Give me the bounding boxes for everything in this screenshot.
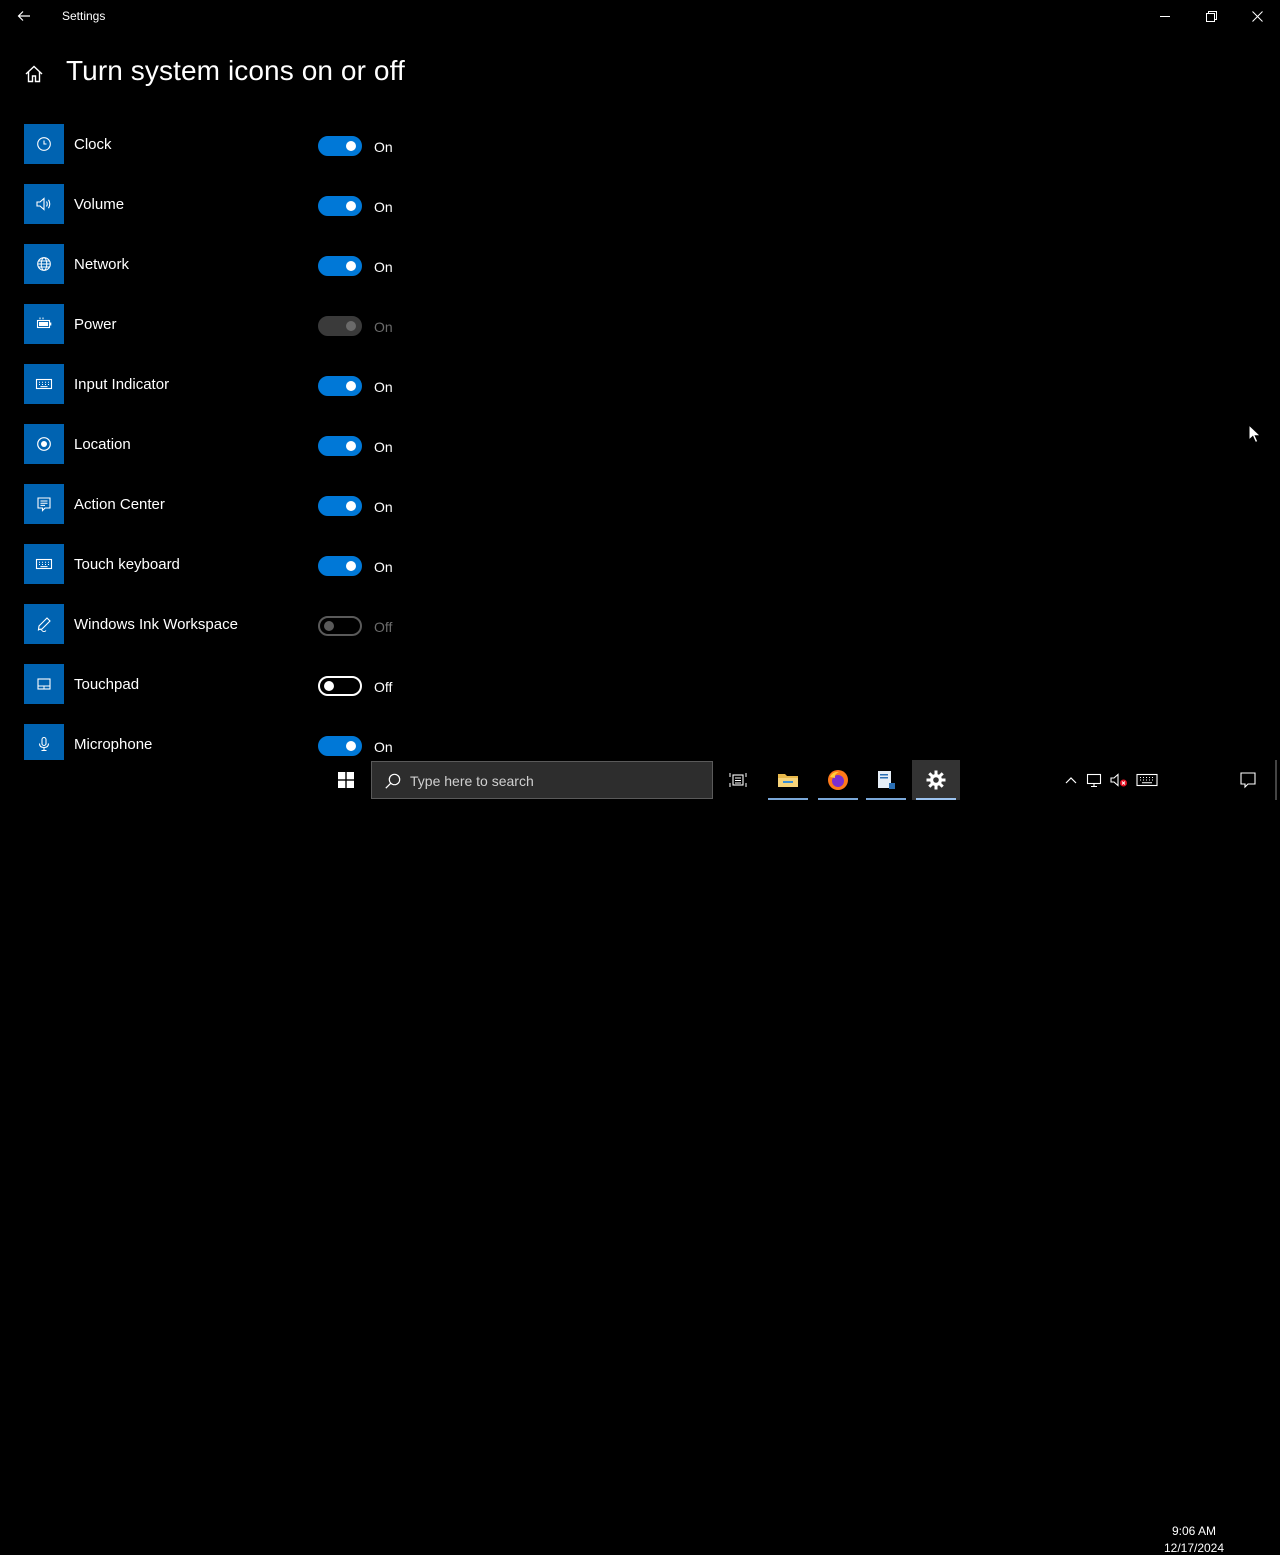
action-center-toggle[interactable] xyxy=(318,496,362,516)
close-icon xyxy=(1251,10,1263,22)
volume-tray-button[interactable] xyxy=(1108,760,1130,800)
search-icon xyxy=(385,773,401,789)
location-icon xyxy=(24,424,64,464)
back-arrow-icon xyxy=(17,11,30,21)
keyboard-icon xyxy=(24,544,64,584)
action-center-icon xyxy=(24,484,64,524)
mouse-cursor-icon xyxy=(1248,424,1262,444)
taskbar-search-box[interactable]: Type here to search xyxy=(371,761,713,799)
show-desktop-button[interactable] xyxy=(1275,760,1277,800)
power-toggle[interactable] xyxy=(318,316,362,336)
back-button[interactable] xyxy=(8,0,40,32)
setting-row-network: Network On xyxy=(24,244,444,304)
system-icons-list: Clock On Volume On Network On Power On I… xyxy=(24,124,444,784)
setting-row-windows-ink-workspace: Windows Ink Workspace Off xyxy=(24,604,444,664)
taskbar: Type here to search 9:06 AM 12/17/2024 xyxy=(0,760,1280,1555)
task-view-button[interactable] xyxy=(714,760,762,800)
home-icon xyxy=(25,65,43,83)
pen-icon xyxy=(24,604,64,644)
setting-label: Action Center xyxy=(74,496,165,513)
touchpad-icon xyxy=(24,664,64,704)
setting-row-location: Location On xyxy=(24,424,444,484)
toggle-state-text: On xyxy=(374,319,393,335)
battery-icon xyxy=(24,304,64,344)
touchpad-toggle[interactable] xyxy=(318,676,362,696)
setting-label: Windows Ink Workspace xyxy=(74,616,238,633)
toggle-state-text: On xyxy=(374,199,393,215)
setting-label: Location xyxy=(74,436,131,453)
touch-keyboard-toggle[interactable] xyxy=(318,556,362,576)
volume-toggle[interactable] xyxy=(318,196,362,216)
start-button[interactable] xyxy=(322,760,370,800)
keyboard-icon xyxy=(1136,773,1158,787)
setting-label: Clock xyxy=(74,136,112,153)
touch-keyboard-tray-button[interactable] xyxy=(1134,760,1160,800)
minimize-button[interactable] xyxy=(1142,0,1188,32)
setting-label: Touchpad xyxy=(74,676,140,693)
network-toggle[interactable] xyxy=(318,256,362,276)
toggle-state-text: On xyxy=(374,139,393,155)
volume-muted-icon xyxy=(1110,773,1127,787)
notifications-icon xyxy=(1240,772,1256,789)
toggle-state-text: On xyxy=(374,259,393,275)
restore-button[interactable] xyxy=(1188,0,1234,32)
setting-label: Power xyxy=(74,316,117,333)
windows-ink-workspace-toggle[interactable] xyxy=(318,616,362,636)
toggle-state-text: On xyxy=(374,439,393,455)
minimize-icon xyxy=(1160,16,1170,17)
task-view-icon xyxy=(729,773,747,787)
title-bar: Settings xyxy=(0,0,1280,32)
show-hidden-icons-button[interactable] xyxy=(1062,760,1080,800)
document-app-button[interactable] xyxy=(862,760,910,800)
toggle-state-text: On xyxy=(374,559,393,575)
search-placeholder: Type here to search xyxy=(410,773,534,789)
setting-row-volume: Volume On xyxy=(24,184,444,244)
windows-logo-icon xyxy=(338,772,354,788)
network-icon xyxy=(1086,773,1102,788)
microphone-toggle[interactable] xyxy=(318,736,362,756)
setting-label: Input Indicator xyxy=(74,376,170,393)
setting-row-input-indicator: Input Indicator On xyxy=(24,364,444,424)
toggle-state-text: On xyxy=(374,499,393,515)
page-title: Turn system icons on or off xyxy=(66,55,405,86)
setting-row-power: Power On xyxy=(24,304,444,364)
file-explorer-button[interactable] xyxy=(764,760,812,800)
action-center-tray-button[interactable] xyxy=(1234,760,1262,800)
file-explorer-icon xyxy=(778,774,798,787)
input-indicator-toggle[interactable] xyxy=(318,376,362,396)
setting-row-touch-keyboard: Touch keyboard On xyxy=(24,544,444,604)
clock-date: 12/17/2024 xyxy=(1163,1541,1225,1555)
close-button[interactable] xyxy=(1234,0,1280,32)
keyboard-icon xyxy=(24,364,64,404)
setting-row-touchpad: Touchpad Off xyxy=(24,664,444,724)
settings-taskbar-button[interactable] xyxy=(912,760,960,800)
setting-row-action-center: Action Center On xyxy=(24,484,444,544)
toggle-state-text: On xyxy=(374,739,393,755)
document-app-icon xyxy=(878,771,895,789)
setting-label: Touch keyboard xyxy=(74,556,180,573)
home-button[interactable] xyxy=(18,58,50,90)
setting-label: Network xyxy=(74,256,130,273)
clock-toggle[interactable] xyxy=(318,136,362,156)
clock-time: 9:06 AM xyxy=(1171,1524,1217,1538)
network-tray-button[interactable] xyxy=(1084,760,1106,800)
settings-icon xyxy=(926,770,946,790)
volume-icon xyxy=(24,184,64,224)
chevron-up-icon xyxy=(1065,777,1077,784)
setting-label: Microphone xyxy=(74,736,153,753)
window-title: Settings xyxy=(62,9,106,23)
clock-icon xyxy=(24,124,64,164)
setting-row-clock: Clock On xyxy=(24,124,444,184)
toggle-state-text: Off xyxy=(374,679,393,695)
network-icon xyxy=(24,244,64,284)
microphone-icon xyxy=(24,724,64,764)
toggle-state-text: On xyxy=(374,379,393,395)
restore-icon xyxy=(1205,10,1217,22)
firefox-button[interactable] xyxy=(814,760,862,800)
location-toggle[interactable] xyxy=(318,436,362,456)
setting-label: Volume xyxy=(74,196,125,213)
firefox-icon xyxy=(828,770,848,790)
toggle-state-text: Off xyxy=(374,619,393,635)
